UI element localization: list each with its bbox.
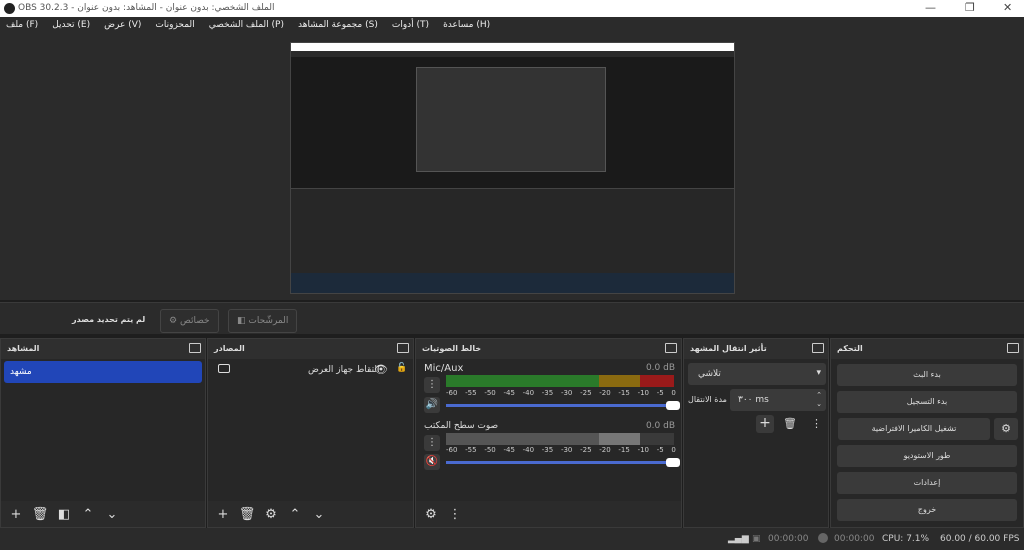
start-streaming-button[interactable]: بدء البث: [837, 364, 1017, 386]
down-icon[interactable]: ⌄: [310, 507, 328, 522]
meter-ticks: -60 -55 -50 -45 -40 -35 -30 -25 -20 -15 -10 -5 0: [446, 389, 676, 397]
sources-title: المصادر: [214, 344, 245, 353]
menu-profile[interactable]: الملف الشخصي (P): [209, 20, 284, 31]
channel-db: 0.0 dB: [645, 421, 675, 431]
menu-help[interactable]: مساعدة (H): [443, 20, 490, 31]
gear-icon[interactable]: ⚙: [422, 507, 440, 522]
controls-dock: التحكم بدء البث بدء التسجيل تشغيل الكامي…: [830, 338, 1024, 528]
volume-slider[interactable]: [446, 458, 680, 467]
window-title: OBS 30.2.3 - الملف الشخصي: بدون عنوان - …: [18, 3, 275, 13]
no-source-label: لم يتم تحديد مصدر: [72, 315, 146, 324]
down-icon[interactable]: ⌄: [103, 507, 121, 522]
volume-meter: [446, 433, 674, 445]
undock-icon[interactable]: [665, 343, 677, 353]
lock-icon[interactable]: 🔓: [396, 363, 407, 373]
gear-icon[interactable]: ⚙: [262, 507, 280, 522]
start-virtual-camera-button[interactable]: تشغيل الكاميرا الافتراضية: [838, 418, 990, 440]
record-time: 00:00:00: [834, 534, 875, 544]
menu-view[interactable]: عرض (V): [104, 20, 141, 31]
speaker-icon[interactable]: 🔊: [424, 397, 440, 413]
properties-label: خصائص: [179, 316, 210, 326]
controls-title: التحكم: [837, 344, 863, 353]
transition-value: تلاشي: [698, 369, 721, 379]
add-icon[interactable]: +: [7, 507, 25, 522]
up-icon[interactable]: ⌃: [286, 507, 304, 522]
title-bar: OBS 30.2.3 - الملف الشخصي: بدون عنوان - …: [0, 0, 1024, 17]
volume-meter: [446, 375, 674, 387]
duration-value: ٣٠٠ ms: [738, 395, 769, 405]
volume-slider[interactable]: [446, 401, 680, 410]
undock-icon[interactable]: [397, 343, 409, 353]
cpu-usage: CPU: 7.1%: [882, 534, 930, 544]
more-icon[interactable]: ⋮: [811, 417, 822, 430]
scenes-title: المشاهد: [7, 344, 40, 353]
trash-icon[interactable]: 🗑: [238, 507, 256, 522]
stream-icon: ▣: [752, 534, 761, 544]
close-button[interactable]: ✕: [1003, 1, 1012, 14]
audio-mixer-dock: خالط الصوتيات Mic/Aux 0.0 dB ⋮ -60 -55 -50…: [415, 338, 682, 528]
menu-scene-collection[interactable]: مجموعة المشاهد (S): [298, 20, 378, 31]
filter-icon[interactable]: ◧: [55, 507, 73, 522]
transition-select[interactable]: تلاشي ▾: [688, 363, 826, 385]
channel-name: Mic/Aux: [424, 363, 464, 374]
menu-tools[interactable]: أدوات (T): [392, 20, 429, 31]
maximize-button[interactable]: ❐: [965, 1, 975, 14]
more-icon[interactable]: ⋮: [424, 435, 440, 451]
spin-icon[interactable]: ⌃ ⌄: [816, 391, 822, 409]
up-icon[interactable]: ⌃: [79, 507, 97, 522]
duration-input[interactable]: ٣٠٠ ms ⌃ ⌄: [730, 389, 826, 411]
source-name: التقاط جهاز العرض: [308, 365, 380, 375]
more-icon[interactable]: ⋮: [446, 507, 464, 522]
trash-icon[interactable]: 🗑: [783, 417, 797, 430]
undock-icon[interactable]: [1007, 343, 1019, 353]
menu-edit[interactable]: تحديل (E): [52, 20, 90, 31]
settings-button[interactable]: إعدادات: [837, 472, 1017, 494]
sources-dock: المصادر التقاط جهاز العرض 👁 🔓 + 🗑 ⚙ ⌃ ⌄: [207, 338, 414, 528]
mixer-title: خالط الصوتيات: [422, 344, 482, 353]
filter-icon: ◧: [237, 316, 249, 326]
virtual-camera-settings-gear-icon[interactable]: ⚙: [994, 418, 1018, 440]
muted-speaker-icon[interactable]: 🔇: [424, 454, 440, 470]
obs-logo-icon: [4, 3, 15, 14]
undock-icon[interactable]: [812, 343, 824, 353]
filters-button[interactable]: ◧ المرشّحات: [228, 309, 298, 333]
scenes-dock: المشاهد مشهد + 🗑 ◧ ⌃ ⌄: [0, 338, 206, 528]
source-item[interactable]: التقاط جهاز العرض 👁 🔓: [208, 359, 413, 383]
more-icon[interactable]: ⋮: [424, 377, 440, 393]
scene-item[interactable]: مشهد: [4, 361, 202, 383]
chevron-down-icon: ▾: [816, 368, 821, 378]
eye-icon[interactable]: 👁: [374, 363, 388, 376]
menu-docks[interactable]: المحزونات: [155, 20, 194, 31]
context-bar: لم يتم تحديد مصدر ⚙ خصائص ◧ المرشّحات: [0, 302, 1024, 334]
exit-button[interactable]: خروج: [837, 499, 1017, 521]
status-bar: ▂▄▆ ▣ 00:00:00 00:00:00 CPU: 7.1% 60.00 …: [0, 528, 1024, 550]
preview-display: [290, 42, 735, 294]
network-signal-icon: ▂▄▆: [728, 534, 749, 544]
undock-icon[interactable]: [189, 343, 201, 353]
fps: 60.00 / 60.00 FPS: [940, 534, 1020, 544]
record-icon: [818, 533, 828, 543]
minimize-button[interactable]: —: [925, 1, 936, 14]
add-icon[interactable]: +: [756, 415, 774, 433]
properties-button[interactable]: ⚙ خصائص: [160, 309, 219, 333]
transitions-title: تأثير انتقال المشهد: [690, 344, 767, 353]
channel-name: صوت سطح المكتب: [424, 421, 499, 431]
add-icon[interactable]: +: [214, 507, 232, 522]
menu-bar: ملف (F) تحديل (E) عرض (V) المحزونات المل…: [0, 17, 1024, 34]
scene-transitions-dock: تأثير انتقال المشهد تلاشي ▾ مدة الانتقال …: [683, 338, 829, 528]
monitor-icon: [218, 364, 230, 373]
channel-db: 0.0 dB: [645, 363, 675, 373]
filters-label: المرشّحات: [248, 316, 289, 326]
start-recording-button[interactable]: بدء التسجيل: [837, 391, 1017, 413]
trash-icon[interactable]: 🗑: [31, 507, 49, 522]
meter-ticks: -60 -55 -50 -45 -40 -35 -30 -25 -20 -15 -10 -5 0: [446, 446, 676, 454]
menu-file[interactable]: ملف (F): [6, 20, 38, 31]
studio-mode-button[interactable]: طور الاستوديو: [837, 445, 1017, 467]
duration-label: مدة الانتقال: [688, 395, 727, 404]
gear-icon: ⚙: [169, 316, 180, 326]
stream-time: 00:00:00: [768, 534, 809, 544]
